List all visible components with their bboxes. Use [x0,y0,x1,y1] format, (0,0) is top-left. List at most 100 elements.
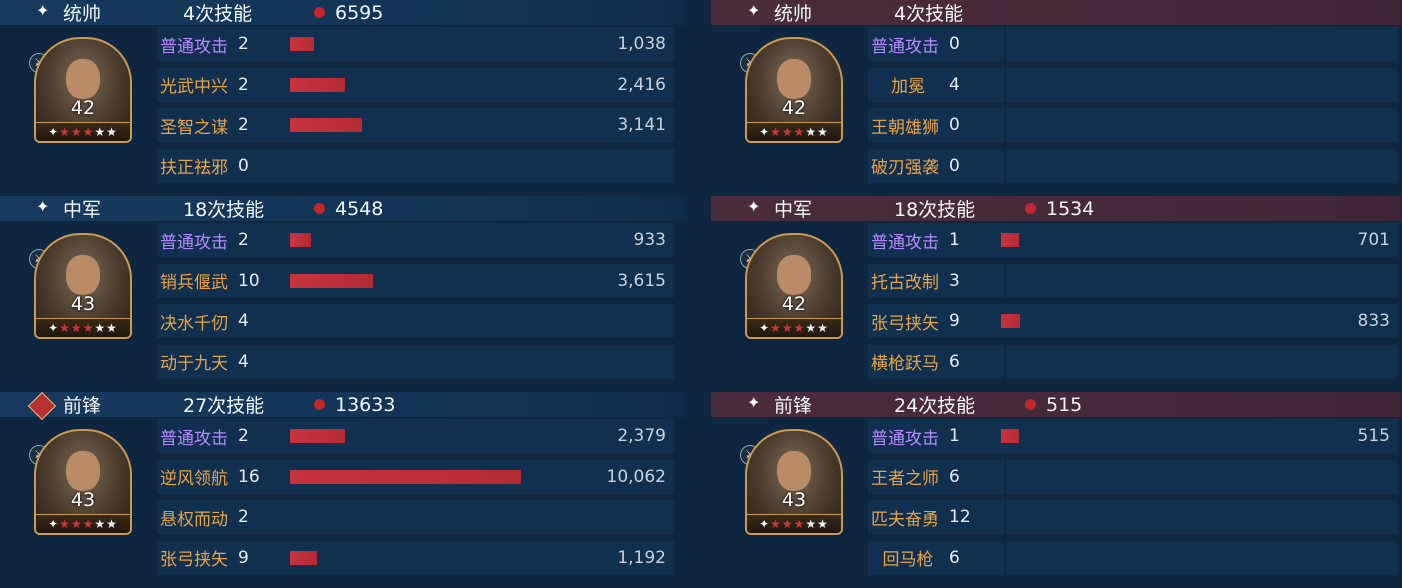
skill-name: 普通攻击 [160,232,228,253]
skill-row: 普通攻击 1 515 [868,419,1398,453]
damage-bar [290,233,312,247]
damage-bar [290,429,345,443]
skill-row: 托古改制 3 [868,263,1398,298]
skill-count: 9 [238,547,249,568]
role-label: 中军 [774,199,813,221]
skill-name: 普通攻击 [871,428,939,449]
skill-row: 普通攻击 0 [868,27,1398,61]
role-label: 中军 [63,199,102,221]
skill-count: 2 [238,507,249,527]
skill-row: 普通攻击 2 933 [157,223,674,257]
skill-damage-value: 10,062 [606,466,666,487]
skill-name: 普通攻击 [160,36,228,57]
skill-cast-count: 18次技能 [894,199,976,221]
skill-row: 匹夫奋勇 12 [868,500,1398,534]
general-face [66,451,100,491]
general-portrait[interactable]: 42 ✦★★★★★ [745,233,843,339]
skill-name: 王朝雄狮 [871,117,939,138]
skill-row: 圣智之谋 2 3,141 [157,108,674,142]
skill-name: 普通攻击 [871,232,939,253]
skill-count: 0 [949,115,960,135]
skill-name: 张弓挟矢 [871,313,939,334]
total-damage: 1534 [1046,197,1095,220]
skill-name: 逆风领航 [160,469,228,489]
skill-count: 2 [238,230,249,250]
damage-bar [290,118,363,132]
damage-dot-icon [314,203,325,214]
damage-dot-icon [1025,399,1036,410]
left-section-2: ✦中军18次技能4548⚔43✦★★★★★普通攻击2933销兵偃武103,615… [0,196,690,392]
general-portrait[interactable]: 43 ✦★★★★★ [34,233,132,339]
skill-row: 光武中兴 2 2,416 [157,67,674,102]
skill-count: 4 [238,351,249,372]
skill-damage-value: 1,192 [617,547,666,568]
general-portrait[interactable]: 42 ✦★★★★★ [745,37,843,143]
damage-bar [1001,429,1019,443]
skill-name: 光武中兴 [160,77,228,97]
right-section-3: ✦前锋24次技能515⚔43✦★★★★★普通攻击1515王者之师6匹夫奋勇12回… [711,392,1401,588]
general-level: 42 [70,97,96,119]
skill-count: 2 [238,115,249,135]
damage-bar [1001,233,1019,247]
damage-bar [1001,314,1021,328]
general-portrait[interactable]: 42 ✦★★★★★ [34,37,132,143]
skill-count: 2 [238,74,249,95]
skill-row: 张弓挟矢 9 1,192 [157,540,674,575]
sparkle-icon: ✦ [747,1,761,20]
skill-row: 悬权而动 2 [157,500,674,534]
skill-row: 横枪跃马 6 [868,344,1398,379]
skill-name: 横枪跃马 [871,354,939,374]
skill-row: 回马枪 6 [868,540,1398,575]
section-header: ✦ 中军 18次技能 1534 [711,196,1401,221]
general-face [777,59,811,99]
section-header: ✦ 统帅 4次技能 [711,0,1401,25]
star-rating: ✦★★★★★ [36,122,130,141]
skill-count: 2 [238,34,249,54]
right-team-panel: ✦统帅4次技能⚔42✦★★★★★普通攻击0加冕4王朝雄狮0破刃强袭0✦中军18次… [711,0,1401,585]
sparkle-icon: ✦ [36,197,50,216]
skill-name: 张弓挟矢 [160,550,228,570]
skill-count: 6 [949,547,960,568]
general-portrait[interactable]: 43 ✦★★★★★ [34,429,132,535]
skill-count: 2 [238,426,249,446]
skill-count: 1 [949,230,960,250]
skill-count: 12 [949,507,971,527]
skill-name: 回马枪 [882,550,934,570]
damage-bar [290,550,318,565]
skill-name: 匹夫奋勇 [871,509,939,530]
general-portrait[interactable]: 43 ✦★★★★★ [745,429,843,535]
general-level: 42 [781,97,807,119]
skill-count: 0 [949,155,960,176]
general-level: 42 [781,293,807,315]
role-label: 前锋 [63,395,102,417]
star-rating: ✦★★★★★ [747,514,841,533]
role-label: 前锋 [774,395,813,417]
skill-count: 1 [949,426,960,446]
left-section-3: 前锋27次技能13633⚔43✦★★★★★普通攻击22,379逆风领航1610,… [0,391,690,588]
skill-row: 加冕 4 [868,67,1398,102]
left-section-1: ✦统帅4次技能6595⚔42✦★★★★★普通攻击21,038光武中兴22,416… [0,0,690,196]
skill-row: 逆风领航 16 10,062 [157,459,674,494]
sparkle-icon: ✦ [36,1,50,20]
damage-bar [290,37,314,51]
skill-damage-value: 933 [633,230,666,250]
general-face [777,451,811,491]
skill-damage-value: 2,416 [617,74,666,95]
skill-name: 普通攻击 [160,428,228,449]
skill-damage-value: 1,038 [617,34,666,54]
role-label: 统帅 [63,3,102,25]
skill-row: 动于九天 4 [157,344,674,379]
left-team-panel: ✦统帅4次技能6595⚔42✦★★★★★普通攻击21,038光武中兴22,416… [0,0,690,585]
skill-name: 扶正祛邪 [160,158,228,178]
general-face [66,255,100,295]
skill-row: 销兵偃武 10 3,615 [157,263,674,298]
star-rating: ✦★★★★★ [747,318,841,337]
skill-cast-count: 4次技能 [894,3,964,25]
skill-cast-count: 4次技能 [183,3,253,25]
skill-damage-value: 833 [1357,311,1390,331]
skill-count: 10 [238,270,260,291]
skill-row: 普通攻击 2 2,379 [157,419,674,453]
damage-bar [290,469,521,484]
sparkle-icon: ✦ [747,197,761,216]
skill-row: 破刃强袭 0 [868,148,1398,183]
